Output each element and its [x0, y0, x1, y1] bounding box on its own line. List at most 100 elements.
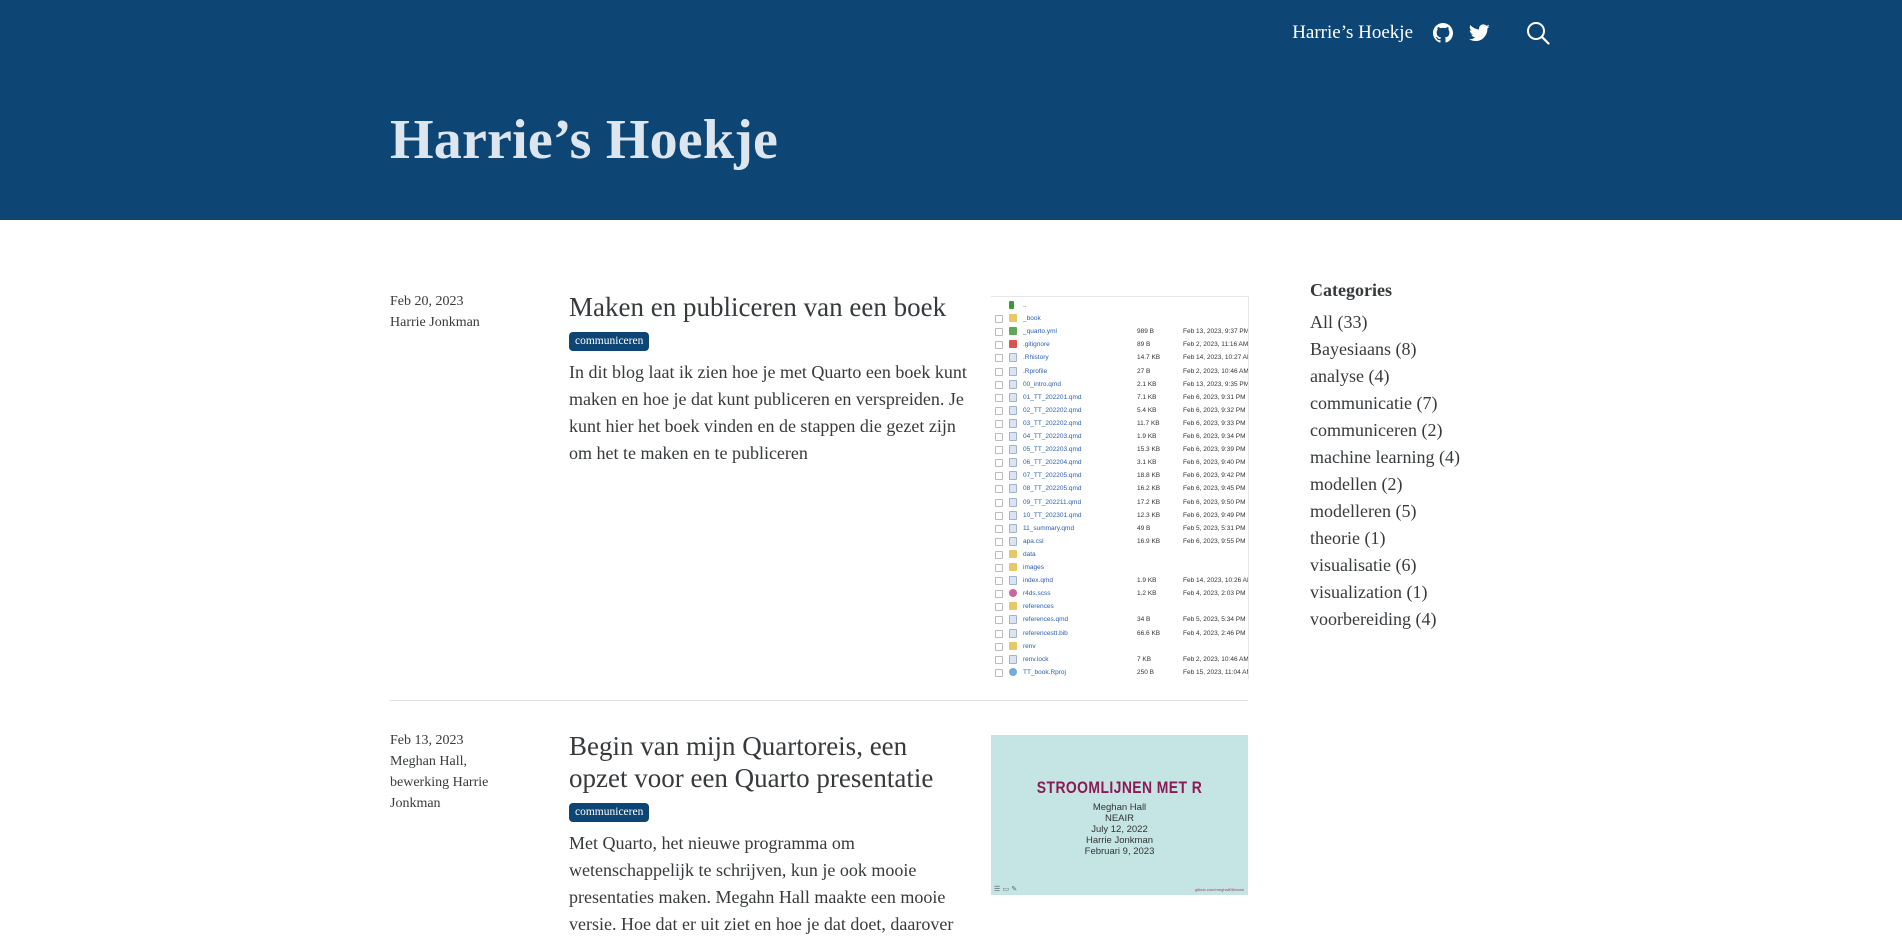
post-main: Maken en publiceren van een boek communi…	[569, 291, 969, 467]
post-author: bewerking Harrie	[390, 775, 489, 790]
category-link-modellen[interactable]: modellen (2)	[1310, 471, 1560, 498]
github-icon[interactable]	[1433, 23, 1453, 43]
file-row: 04_TT_202203.qmd 1.9 KB Feb 6, 2023, 9:34 …	[991, 430, 1248, 443]
file-size: 12.3 KB	[1137, 511, 1161, 519]
file-name: 11_summary.qmd	[1023, 524, 1075, 532]
file-row: .gitignore 89 B Feb 2, 2023, 11:16 AM	[991, 338, 1248, 351]
folder-icon	[1009, 563, 1017, 571]
file-checkbox	[995, 668, 1003, 677]
file-date: Feb 6, 2023, 9:42 PM	[1183, 472, 1246, 480]
slide-menu-icon: ☰ ▭ ✎	[994, 885, 1018, 893]
slide-line: July 12, 2022	[1091, 824, 1148, 835]
category-link-modelleren[interactable]: modelleren (5)	[1310, 498, 1560, 525]
post-thumbnail-slide[interactable]: STROOMLIJNEN MET R Meghan Hall NEAIR Jul…	[991, 735, 1248, 895]
slide-line: Meghan Hall	[1092, 802, 1147, 813]
file-name: 03_TT_202202.qmd	[1023, 419, 1082, 427]
category-badge[interactable]: communiceren	[569, 803, 650, 822]
nav-brand-link[interactable]: Harrie’s Hoekje	[1292, 22, 1413, 44]
file-name: referencestt.bib	[1023, 629, 1068, 637]
file-date: Feb 6, 2023, 9:39 PM	[1183, 446, 1246, 454]
file-row: 05_TT_202203.qmd 15.3 KB Feb 6, 2023, 9:39…	[991, 443, 1248, 456]
file-date: Feb 14, 2023, 10:26 AM	[1183, 577, 1249, 585]
file-date: Feb 6, 2023, 9:50 PM	[1183, 498, 1246, 506]
post-date: Feb 20, 2023	[390, 294, 464, 309]
categories-heading: Categories	[1310, 280, 1392, 300]
slide-lines: Meghan Hall NEAIR July 12, 2022 Harrie J…	[991, 802, 1248, 857]
page-title: Harrie’s Hoekje	[390, 109, 779, 171]
file-checkbox	[995, 603, 1003, 612]
file-checkbox	[995, 472, 1003, 481]
file-name: 04_TT_202203.qmd	[1023, 433, 1082, 440]
post-title[interactable]: Begin van mijn Quartoreis, een opzet voo…	[569, 730, 969, 794]
file-date: Feb 6, 2023, 9:33 PM	[1183, 419, 1246, 427]
file-name: 01_TT_202201.qmd	[1023, 393, 1082, 401]
file-name: 06_TT_202204.qmd	[1023, 459, 1082, 467]
slide-line: NEAIR	[1104, 813, 1135, 824]
file-icon	[1009, 418, 1017, 428]
file-checkbox	[995, 550, 1003, 559]
file-icon	[1009, 340, 1017, 349]
file-icon	[1009, 353, 1017, 363]
file-size: 11.7 KB	[1137, 419, 1160, 427]
post-title[interactable]: Maken en publiceren van een boek	[569, 291, 969, 323]
category-link-visualisatie[interactable]: visualisatie (6)	[1310, 552, 1560, 579]
post-thumbnail-file-listing[interactable]: .. _book _quarto.yml 989 B Feb 13, 2023, 9:3…	[991, 296, 1249, 679]
category-badge[interactable]: communiceren	[569, 332, 650, 351]
file-icon	[1009, 628, 1017, 638]
file-row: referencestt.bib 66.6 KB Feb 4, 2023, 2:46…	[991, 627, 1248, 640]
file-row: 01_TT_202201.qmd 7.1 KB Feb 6, 2023, 9:31 …	[991, 391, 1248, 404]
category-link-visualization[interactable]: visualization (1)	[1310, 579, 1560, 606]
post-author: Jonkman	[390, 796, 441, 811]
file-date: Feb 5, 2023, 5:31 PM	[1183, 524, 1246, 532]
file-checkbox	[995, 590, 1003, 599]
file-checkbox	[995, 577, 1003, 586]
category-link-all[interactable]: All (33)	[1310, 309, 1560, 336]
file-row: renv.lock 7 KB Feb 2, 2023, 10:46 AM	[991, 653, 1248, 666]
file-size: 17.2 KB	[1137, 498, 1161, 506]
file-name: 09_TT_202211.qmd	[1023, 498, 1082, 506]
twitter-icon[interactable]	[1469, 24, 1490, 42]
category-link-communiceren[interactable]: communiceren (2)	[1310, 417, 1560, 444]
file-checkbox	[995, 341, 1003, 350]
file-date: Feb 6, 2023, 9:49 PM	[1183, 511, 1246, 519]
file-size: 15.3 KB	[1137, 446, 1161, 454]
file-date: Feb 13, 2023, 9:37 PM	[1183, 328, 1249, 336]
file-icon	[1009, 589, 1017, 598]
category-link-theorie[interactable]: theorie (1)	[1310, 525, 1560, 552]
category-link-voorbereiding[interactable]: voorbereiding (4)	[1310, 606, 1560, 633]
category-link-machine-learning[interactable]: machine learning (4)	[1310, 444, 1560, 471]
file-name: renv.lock	[1023, 655, 1049, 663]
folder-icon	[1009, 314, 1017, 323]
file-icon	[1009, 615, 1017, 625]
file-size: 1.9 KB	[1137, 577, 1157, 585]
file-size: 16.2 KB	[1137, 485, 1161, 493]
file-name: renv	[1023, 642, 1036, 650]
category-link-analyse[interactable]: analyse (4)	[1310, 363, 1560, 390]
file-date: Feb 4, 2023, 2:03 PM	[1183, 590, 1246, 598]
file-row: .Rhistory 14.7 KB Feb 14, 2023, 10:27 AM	[991, 351, 1248, 364]
file-name: _book	[1023, 315, 1041, 323]
post-main: Begin van mijn Quartoreis, een opzet voo…	[569, 730, 969, 938]
file-date: Feb 5, 2023, 5:34 PM	[1183, 616, 1246, 624]
file-row: references	[991, 600, 1248, 613]
file-row: TT_book.Rproj 250 B Feb 15, 2023, 11:04 AM	[991, 666, 1248, 679]
category-link-bayesiaans[interactable]: Bayesiaans (8)	[1310, 336, 1560, 363]
file-size: 989 B	[1137, 328, 1154, 336]
file-size: 34 B	[1137, 616, 1151, 624]
file-icon	[1009, 667, 1017, 676]
file-size: 49 B	[1137, 524, 1151, 532]
file-checkbox	[995, 459, 1003, 468]
file-row: .Rprofile 27 B Feb 2, 2023, 10:46 AM	[991, 365, 1248, 378]
file-size: 27 B	[1137, 367, 1151, 375]
file-checkbox	[995, 367, 1003, 376]
category-link-communicatie[interactable]: communicatie (7)	[1310, 390, 1560, 417]
slide-line: Harrie Jonkman	[1085, 835, 1154, 846]
post-description: In dit blog laat ik zien hoe je met Quar…	[569, 362, 967, 463]
file-icon	[1009, 366, 1017, 376]
file-name: .Rhistory	[1023, 354, 1049, 362]
file-checkbox	[995, 393, 1003, 402]
file-icon	[1009, 327, 1017, 336]
folder-icon	[1009, 549, 1017, 558]
search-icon[interactable]	[1526, 21, 1550, 45]
up-arrow-icon	[1009, 301, 1014, 309]
